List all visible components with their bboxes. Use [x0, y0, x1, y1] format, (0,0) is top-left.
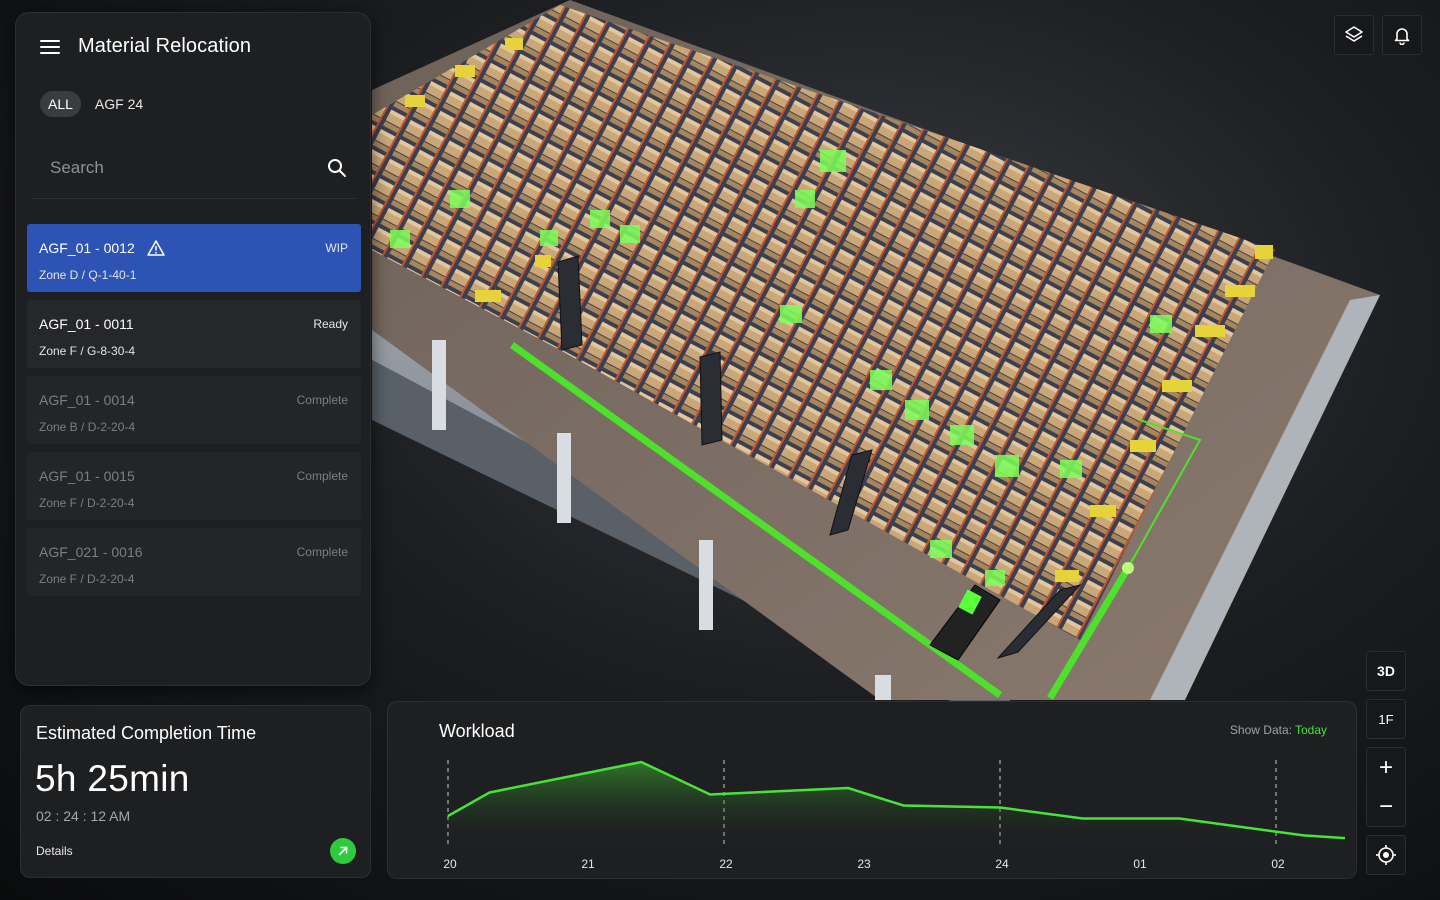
x-tick-label: 21: [581, 857, 595, 871]
workload-card: 20 21 22 23 24 01 02 Workload Show Data: Today: [387, 701, 1357, 879]
x-tick-label: 01: [1133, 857, 1147, 871]
task-id: AGF_01 - 0012: [39, 240, 135, 256]
task-location: Zone B / D-2-20-4: [39, 420, 136, 434]
agv-waypoint: [1122, 562, 1134, 574]
details-link[interactable]: Details: [36, 844, 73, 858]
task-id: AGF_01 - 0015: [39, 468, 135, 484]
layers-button[interactable]: [1334, 15, 1374, 55]
task-id: AGF_01 - 0014: [39, 392, 135, 408]
page-title: Material Relocation: [78, 35, 252, 57]
task-location: Zone F / G-8-30-4: [39, 344, 136, 358]
show-data-value: Today: [1294, 723, 1327, 737]
eta-title: Estimated Completion Time: [36, 723, 257, 743]
task-item[interactable]: AGF_01 - 0012 Zone D / Q-1-40-1 WIP: [27, 224, 361, 292]
task-panel: Material Relocation ALL AGF 24 AGF_01 - …: [15, 12, 371, 686]
task-item[interactable]: AGF_021 - 0016 Zone F / D-2-20-4 Complet…: [27, 528, 361, 596]
task-status: Ready: [313, 317, 348, 331]
show-data-toggle[interactable]: Show Data: Today: [1230, 723, 1327, 737]
search-input[interactable]: [32, 147, 326, 188]
task-item[interactable]: AGF_01 - 0011 Zone F / G-8-30-4 Ready: [27, 300, 361, 368]
bell-icon: [1394, 28, 1410, 45]
crosshair-icon: [1376, 845, 1396, 865]
x-tick-label: 20: [443, 857, 457, 871]
task-status: Complete: [296, 469, 348, 483]
layers-icon: [1345, 26, 1363, 42]
x-tick-label: 02: [1271, 857, 1285, 871]
locate-button[interactable]: [1366, 835, 1406, 875]
task-item[interactable]: AGF_01 - 0014 Zone B / D-2-20-4 Complete: [27, 376, 361, 444]
panel-header: Material Relocation: [40, 35, 251, 58]
filter-chips: ALL AGF 24: [40, 91, 151, 117]
x-tick-label: 22: [719, 857, 733, 871]
search-bar: [32, 137, 356, 199]
eta-card: Estimated Completion Time 5h 25min 02 : …: [20, 705, 371, 878]
task-list: AGF_01 - 0012 Zone D / Q-1-40-1 WIP AGF_…: [27, 224, 361, 604]
view-mode-button[interactable]: 3D: [1366, 651, 1406, 691]
floor-label: 1F: [1378, 711, 1394, 727]
x-tick-label: 23: [857, 857, 871, 871]
eta-value: 5h 25min: [35, 758, 190, 799]
task-status: WIP: [325, 241, 348, 255]
task-id: AGF_021 - 0016: [39, 544, 143, 560]
filter-chip-agf24[interactable]: AGF 24: [87, 91, 151, 117]
notifications-button[interactable]: [1382, 15, 1422, 55]
task-location: Zone F / D-2-20-4: [39, 572, 135, 586]
task-location: Zone F / D-2-20-4: [39, 496, 135, 510]
show-data-label: Show Data:: [1229, 723, 1292, 737]
zoom-in-button[interactable]: +: [1379, 755, 1393, 780]
floor-button[interactable]: 1F: [1366, 699, 1406, 739]
task-location: Zone D / Q-1-40-1: [39, 268, 137, 282]
task-item[interactable]: AGF_01 - 0015 Zone F / D-2-20-4 Complete: [27, 452, 361, 520]
view-mode-label: 3D: [1377, 663, 1395, 679]
details-button[interactable]: [330, 838, 356, 864]
arrow-up-right-icon: [338, 846, 348, 856]
zoom-out-button[interactable]: −: [1379, 794, 1393, 819]
task-id-row: AGF_01 - 0012: [39, 240, 165, 256]
filter-chip-all[interactable]: ALL: [40, 91, 81, 117]
workload-title: Workload: [439, 721, 515, 741]
eta-clock: 02 : 24 : 12 AM: [36, 808, 131, 824]
workload-chart: 20 21 22 23 24 01 02: [443, 760, 1346, 871]
warning-icon: [146, 240, 165, 256]
search-icon[interactable]: [326, 157, 348, 179]
hamburger-menu-icon[interactable]: [40, 39, 60, 54]
task-id: AGF_01 - 0011: [39, 316, 134, 332]
zoom-controls: + −: [1366, 747, 1406, 827]
task-status: Complete: [296, 393, 348, 407]
task-status: Complete: [296, 545, 348, 559]
x-tick-label: 24: [995, 857, 1009, 871]
